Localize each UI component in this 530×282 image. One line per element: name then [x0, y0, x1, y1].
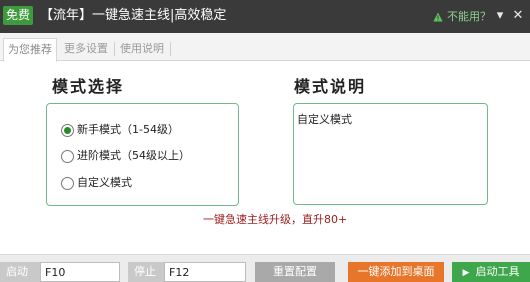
play-icon: ▶	[462, 268, 470, 278]
title-bar: 免费 【流年】一键急速主线|高效稳定 不能用？ ▾ ✕	[0, 0, 530, 33]
tab-bar: 为您推荐 更多设置 使用说明	[0, 33, 530, 62]
free-badge: 免费	[3, 6, 33, 25]
warning-icon	[433, 12, 443, 22]
start-hotkey-label: 启动	[0, 262, 40, 282]
help-area[interactable]: 不能用？	[433, 9, 491, 25]
stop-hotkey-field[interactable]	[164, 262, 246, 282]
launch-tool-button[interactable]: ▶ 启动工具	[452, 262, 530, 282]
mode-description-text: 自定义模式	[297, 113, 352, 126]
radio-button[interactable]	[61, 176, 74, 190]
stop-hotkey-label: 停止	[128, 262, 164, 282]
tab-recommended[interactable]: 为您推荐	[3, 38, 57, 62]
tab-divider	[114, 42, 115, 56]
window-title: 【流年】一键急速主线|高效稳定	[40, 8, 227, 23]
radio-label: 新手模式（1-54级）	[77, 123, 179, 136]
mode-select-panel: 新手模式（1-54级） 进阶模式（54级以上） 自定义模式	[46, 103, 239, 206]
radio-label: 进阶模式（54级以上）	[77, 149, 190, 162]
radio-label: 自定义模式	[77, 176, 132, 189]
promo-text: 一键急速主线升级，直升80+	[203, 213, 348, 226]
tab-more-settings[interactable]: 更多设置	[60, 38, 112, 61]
help-link[interactable]: 不能用？	[447, 9, 491, 25]
tab-divider	[170, 42, 171, 56]
radio-advanced-mode[interactable]: 进阶模式（54级以上）	[61, 148, 190, 164]
radio-button-checked[interactable]	[61, 123, 74, 137]
mode-description-title: 模式说明	[294, 77, 367, 96]
reset-config-button[interactable]: 重置配置	[255, 262, 335, 282]
mode-description-panel: 自定义模式	[293, 103, 488, 205]
radio-novice-mode[interactable]: 新手模式（1-54级）	[61, 122, 179, 138]
radio-button[interactable]	[61, 149, 74, 163]
menu-dropdown-icon[interactable]: ▾	[492, 8, 508, 24]
mode-select-title: 模式选择	[52, 77, 125, 96]
launch-tool-label: 启动工具	[475, 265, 520, 278]
radio-custom-mode[interactable]: 自定义模式	[61, 175, 132, 191]
start-hotkey-field[interactable]	[40, 262, 120, 282]
close-icon[interactable]: ✕	[510, 8, 526, 24]
add-to-desktop-button[interactable]: 一键添加到桌面	[348, 262, 444, 282]
tab-instructions[interactable]: 使用说明	[116, 38, 168, 61]
